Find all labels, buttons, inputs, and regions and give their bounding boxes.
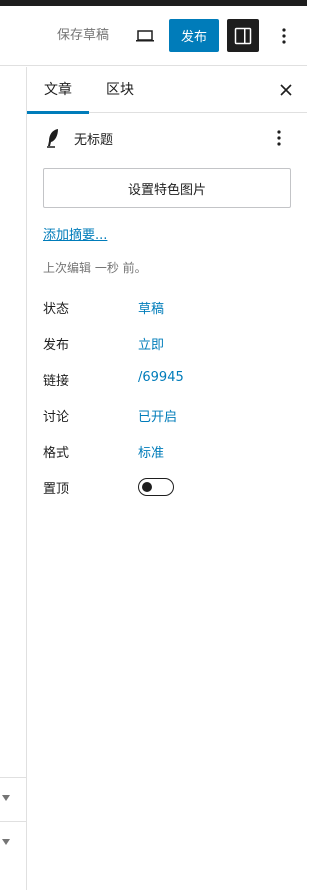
- more-vertical-icon: [277, 130, 281, 146]
- caret-down-icon: [2, 795, 10, 801]
- meta-row-format: 格式 标准: [43, 440, 291, 464]
- more-vertical-icon: [282, 28, 286, 44]
- meta-row-publish: 发布 立即: [43, 332, 291, 356]
- sticky-label: 置顶: [43, 482, 70, 497]
- add-excerpt-link[interactable]: 添加摘要...: [43, 224, 107, 243]
- status-value-button[interactable]: 草稿: [138, 298, 164, 317]
- format-label: 格式: [43, 446, 70, 461]
- editor-header: 保存草稿 发布: [0, 6, 307, 66]
- settings-sidebar: 文章 区块 无标题 设置特色图片 添加摘要... 上次编辑 一秒 前。 状态 草…: [27, 67, 307, 890]
- sticky-toggle[interactable]: [138, 478, 174, 496]
- discussion-button[interactable]: 已开启: [138, 406, 177, 425]
- tab-post[interactable]: 文章: [27, 67, 89, 114]
- publish-date-label: 发布: [43, 338, 70, 353]
- meta-row-status: 状态 草稿: [43, 296, 291, 320]
- more-options-button[interactable]: [268, 20, 300, 52]
- permalink-button[interactable]: /69945: [138, 370, 184, 385]
- editor-canvas-edge: [0, 67, 27, 890]
- sidebar-settings-icon: [234, 27, 252, 44]
- preview-button[interactable]: [128, 20, 162, 52]
- permalink-label: 链接: [43, 374, 70, 389]
- feather-icon: [47, 129, 58, 148]
- toggle-knob: [142, 482, 152, 492]
- close-icon: [280, 84, 292, 96]
- collapsed-panel-row[interactable]: [0, 777, 26, 821]
- post-title: 无标题: [74, 133, 114, 148]
- desktop-preview-icon: [136, 30, 154, 42]
- meta-row-discussion: 讨论 已开启: [43, 404, 291, 428]
- tab-post-label: 文章: [44, 82, 72, 98]
- save-draft-button[interactable]: 保存草稿: [50, 26, 116, 46]
- sidebar-tabs: 文章 区块: [27, 67, 307, 114]
- meta-row-sticky: 置顶: [43, 476, 291, 500]
- close-sidebar-button[interactable]: [271, 75, 301, 105]
- publish-button[interactable]: 发布: [169, 19, 219, 52]
- meta-row-link: 链接 /69945: [43, 368, 291, 392]
- format-button[interactable]: 标准: [138, 442, 164, 461]
- post-summary-header: 无标题: [27, 113, 307, 163]
- caret-down-icon: [2, 839, 10, 845]
- status-label: 状态: [43, 302, 70, 317]
- collapsed-panel-row[interactable]: [0, 821, 26, 865]
- set-featured-image-button[interactable]: 设置特色图片: [43, 168, 291, 208]
- discussion-label: 讨论: [43, 410, 70, 425]
- publish-date-button[interactable]: 立即: [138, 334, 164, 353]
- settings-toggle-button[interactable]: [227, 19, 259, 52]
- tab-block-label: 区块: [106, 82, 134, 98]
- post-actions-button[interactable]: [267, 125, 291, 151]
- tab-block[interactable]: 区块: [93, 67, 147, 113]
- last-edited-text: 上次编辑 一秒 前。: [43, 261, 147, 275]
